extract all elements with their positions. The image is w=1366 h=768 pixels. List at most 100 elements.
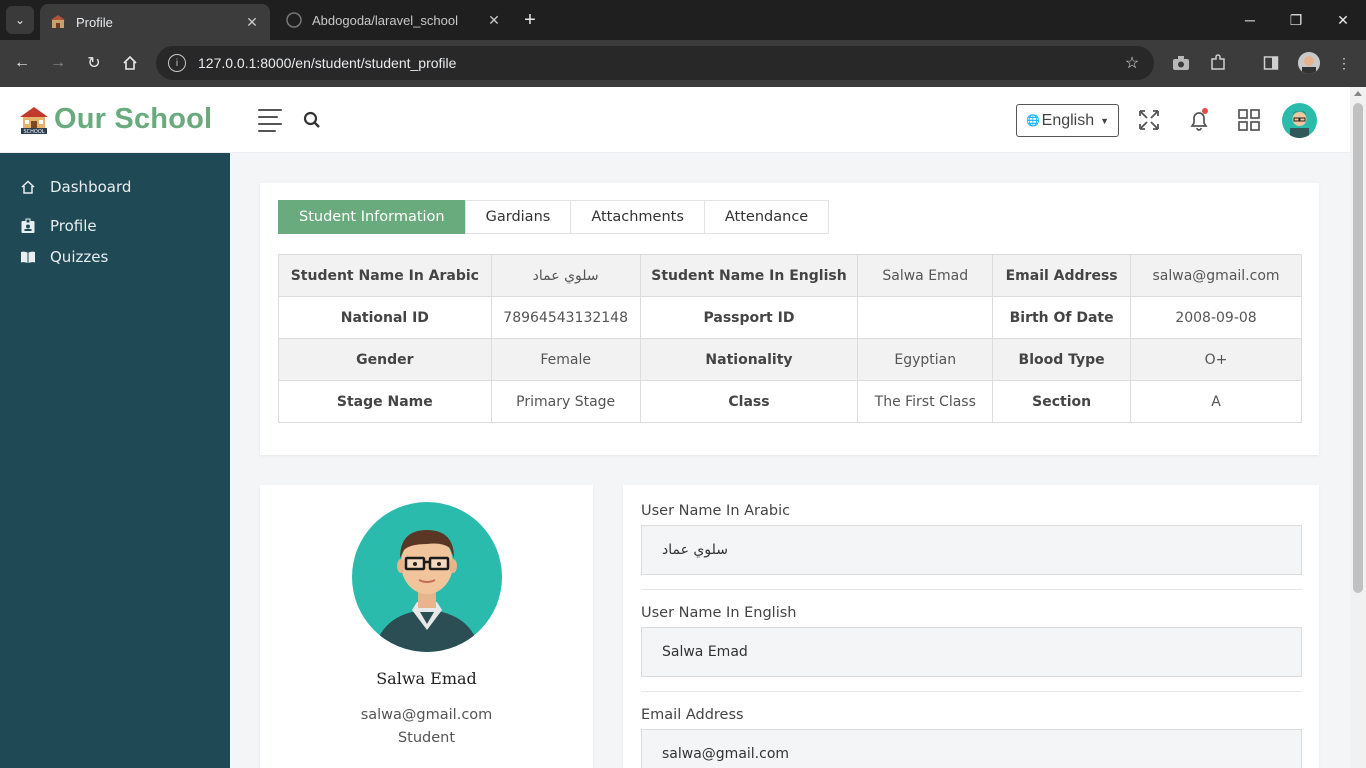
field-label: User Name In English <box>641 605 797 621</box>
close-window-icon[interactable]: ✕ <box>1331 8 1355 32</box>
table-label-cell: Email Address <box>992 254 1132 297</box>
table-label-cell: Class <box>639 380 859 423</box>
url-text: 127.0.0.1:8000/en/student/student_profil… <box>198 55 457 71</box>
table-row: Gender Female Nationality Egyptian Blood… <box>278 338 1302 381</box>
table-value-cell: Egyptian <box>857 338 994 381</box>
camera-icon[interactable] <box>1170 52 1192 74</box>
table-label-cell: Section <box>992 380 1132 423</box>
scrollbar-thumb[interactable] <box>1353 103 1363 593</box>
id-badge-icon <box>19 218 37 234</box>
home-icon[interactable] <box>118 51 142 75</box>
notification-bell-icon[interactable] <box>1186 107 1212 133</box>
table-label-cell: Nationality <box>639 338 859 381</box>
github-favicon-icon <box>286 12 302 28</box>
field-label: User Name In Arabic <box>641 503 791 519</box>
user-details-form-card: User Name In Arabic سلوي عماد User Name … <box>623 485 1319 768</box>
tab-attachments[interactable]: Attachments <box>570 200 705 234</box>
sidebar-item-quizzes[interactable]: Quizzes <box>19 248 108 266</box>
close-tab-icon[interactable]: ✕ <box>486 12 502 28</box>
table-label-cell: Birth Of Date <box>992 296 1132 339</box>
app-header: SCHOOL Our School 🌐 English ▼ <box>0 87 1350 153</box>
translate-icon: 🌐 <box>1025 115 1040 127</box>
table-value-cell: salwa@gmail.com <box>1130 254 1302 297</box>
side-panel-icon[interactable] <box>1260 52 1282 74</box>
profile-summary-card: Salwa Emad salwa@gmail.com Student <box>260 485 593 768</box>
close-tab-icon[interactable]: ✕ <box>244 14 260 30</box>
table-value-cell: 2008-09-08 <box>1130 296 1302 339</box>
table-row: National ID 78964543132148 Passport ID B… <box>278 296 1302 339</box>
table-value-cell: Primary Stage <box>490 380 641 423</box>
notification-badge-dot <box>1202 108 1208 114</box>
table-value-cell: سلوي عماد <box>490 254 641 297</box>
tab-search-button[interactable]: ⌄ <box>6 6 34 34</box>
reload-icon[interactable]: ↻ <box>82 51 106 75</box>
table-label-cell: National ID <box>278 296 492 339</box>
profile-avatar <box>352 502 502 652</box>
profile-email: salwa@gmail.com <box>360 707 493 723</box>
forward-arrow-icon[interactable]: → <box>46 51 70 75</box>
sidebar-item-label: Dashboard <box>50 178 132 196</box>
table-row: Student Name In Arabic سلوي عماد Student… <box>278 254 1302 297</box>
svg-text:SCHOOL: SCHOOL <box>23 129 44 135</box>
apps-grid-icon[interactable] <box>1236 107 1262 133</box>
extensions-puzzle-icon[interactable] <box>1207 52 1229 74</box>
table-value-cell: Salwa Emad <box>857 254 994 297</box>
restore-icon[interactable]: ❐ <box>1284 8 1308 32</box>
sidebar-item-dashboard[interactable]: Dashboard <box>19 178 131 196</box>
sidebar-item-profile[interactable]: Profile <box>19 217 97 235</box>
browser-profile-avatar[interactable] <box>1298 52 1320 74</box>
tab-title: Abdogoda/laravel_school <box>312 12 458 28</box>
tab-attendance[interactable]: Attendance <box>703 200 830 234</box>
user-name-english-field[interactable]: Salwa Emad <box>641 627 1302 677</box>
info-tabs: Student Information Gardians Attachments… <box>278 200 830 234</box>
school-logo[interactable]: SCHOOL Our School <box>18 103 212 136</box>
sidebar: Dashboard Profile Quizzes <box>0 153 230 768</box>
table-value-cell <box>857 296 994 339</box>
page-scrollbar[interactable] <box>1350 87 1366 768</box>
divider <box>641 691 1302 692</box>
caret-down-icon: ▼ <box>1100 115 1110 126</box>
back-arrow-icon[interactable]: ← <box>10 51 34 75</box>
student-info-table: Student Name In Arabic سلوي عماد Student… <box>278 254 1302 423</box>
table-value-cell: Female <box>490 338 641 381</box>
sidebar-toggle-menu-icon[interactable] <box>258 109 282 132</box>
fullscreen-icon[interactable] <box>1136 107 1162 133</box>
sidebar-item-label: Profile <box>50 217 97 235</box>
tab-title: Profile <box>76 14 113 30</box>
table-value-cell: O+ <box>1130 338 1302 381</box>
address-bar[interactable]: i 127.0.0.1:8000/en/student/student_prof… <box>156 46 1154 80</box>
school-favicon-icon <box>50 14 66 30</box>
tab-gardians[interactable]: Gardians <box>464 200 572 234</box>
browser-tab-profile[interactable]: Profile ✕ <box>40 4 270 40</box>
table-label-cell: Student Name In English <box>639 254 859 297</box>
home-icon <box>19 179 37 195</box>
minimize-icon[interactable]: ─ <box>1238 8 1262 32</box>
table-label-cell: Student Name In Arabic <box>278 254 492 297</box>
table-label-cell: Passport ID <box>639 296 859 339</box>
user-name-arabic-field[interactable]: سلوي عماد <box>641 525 1302 575</box>
email-address-field[interactable]: salwa@gmail.com <box>641 729 1302 768</box>
table-label-cell: Blood Type <box>992 338 1132 381</box>
bookmark-star-icon[interactable]: ☆ <box>1120 53 1144 73</box>
table-value-cell: The First Class <box>857 380 994 423</box>
table-label-cell: Gender <box>278 338 492 381</box>
language-dropdown[interactable]: 🌐 English ▼ <box>1016 104 1119 137</box>
logo-text: Our School <box>54 103 213 135</box>
browser-toolbar: ← → ↻ i 127.0.0.1:8000/en/student/studen… <box>0 40 1366 87</box>
school-building-icon: SCHOOL <box>20 106 48 135</box>
profile-role: Student <box>397 730 456 746</box>
search-icon[interactable] <box>303 111 321 129</box>
tab-student-information[interactable]: Student Information <box>278 200 466 234</box>
table-row: Stage Name Primary Stage Class The First… <box>278 380 1302 423</box>
new-tab-plus-icon[interactable]: + <box>518 8 542 32</box>
table-value-cell: A <box>1130 380 1302 423</box>
browser-tab-bar: ⌄ Profile ✕ Abdogoda/laravel_school ✕ + … <box>0 0 1366 40</box>
student-information-card: Student Information Gardians Attachments… <box>260 183 1319 455</box>
language-label: English <box>1041 111 1095 129</box>
browser-menu-kebab-icon[interactable]: ⋮ <box>1333 52 1355 74</box>
field-label: Email Address <box>641 707 744 723</box>
browser-tab-github[interactable]: Abdogoda/laravel_school ✕ <box>276 4 512 36</box>
site-info-icon[interactable]: i <box>168 54 186 72</box>
scroll-up-arrow-icon[interactable] <box>1354 91 1362 96</box>
user-avatar[interactable] <box>1282 103 1317 138</box>
